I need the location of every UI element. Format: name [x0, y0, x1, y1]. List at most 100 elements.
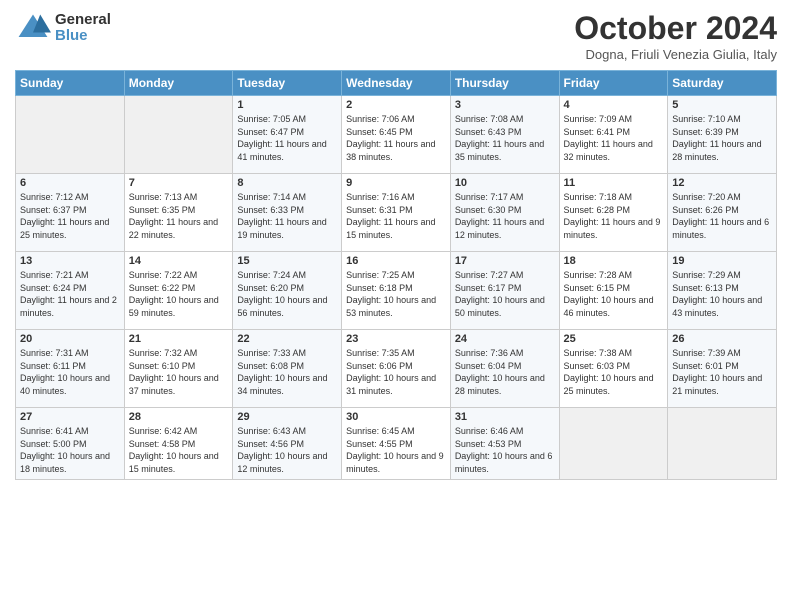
cell-content: Sunrise: 7:24 AM Sunset: 6:20 PM Dayligh…: [237, 269, 337, 319]
day-number: 24: [455, 333, 555, 345]
calendar-week-row: 1 Sunrise: 7:05 AM Sunset: 6:47 PM Daylig…: [16, 96, 777, 174]
cell-content: Sunrise: 7:12 AM Sunset: 6:37 PM Dayligh…: [20, 191, 120, 241]
calendar-cell: [124, 96, 233, 174]
day-number: 22: [237, 333, 337, 345]
calendar-cell: 31Sunrise: 6:46 AM Sunset: 4:53 PM Dayli…: [450, 408, 559, 480]
calendar-body: 1 Sunrise: 7:05 AM Sunset: 6:47 PM Daylig…: [16, 96, 777, 480]
day-number: 20: [20, 333, 120, 345]
calendar-cell: 18Sunrise: 7:28 AM Sunset: 6:15 PM Dayli…: [559, 252, 668, 330]
day-number: 15: [237, 255, 337, 267]
calendar-cell: 21 Sunrise: 7:32 AM Sunset: 6:10 PM Dayli…: [124, 330, 233, 408]
calendar-week-row: 13 Sunrise: 7:21 AM Sunset: 6:24 PM Dayli…: [16, 252, 777, 330]
calendar-cell: 8Sunrise: 7:14 AM Sunset: 6:33 PM Daylig…: [233, 174, 342, 252]
cell-content: Sunrise: 6:42 AM Sunset: 4:58 PM Dayligh…: [129, 425, 229, 475]
day-number: 13: [20, 255, 120, 267]
calendar-cell: 1 Sunrise: 7:05 AM Sunset: 6:47 PM Daylig…: [233, 96, 342, 174]
weekday-header: Tuesday: [233, 71, 342, 96]
cell-content: Sunrise: 7:38 AM Sunset: 6:03 PM Dayligh…: [564, 347, 664, 397]
cell-content: Sunrise: 7:33 AM Sunset: 6:08 PM Dayligh…: [237, 347, 337, 397]
day-number: 30: [346, 411, 446, 423]
weekday-row: SundayMondayTuesdayWednesdayThursdayFrid…: [16, 71, 777, 96]
calendar-cell: 11 Sunrise: 7:18 AM Sunset: 6:28 PM Dayli…: [559, 174, 668, 252]
day-number: 6: [20, 177, 120, 189]
calendar-cell: 14Sunrise: 7:22 AM Sunset: 6:22 PM Dayli…: [124, 252, 233, 330]
calendar-cell: [16, 96, 125, 174]
header: General Blue October 2024 Dogna, Friuli …: [15, 10, 777, 62]
calendar-cell: [668, 408, 777, 480]
weekday-header: Sunday: [16, 71, 125, 96]
cell-content: Sunrise: 6:45 AM Sunset: 4:55 PM Dayligh…: [346, 425, 446, 475]
cell-content: Sunrise: 7:13 AM Sunset: 6:35 PM Dayligh…: [129, 191, 229, 241]
cell-content: Sunrise: 6:46 AM Sunset: 4:53 PM Dayligh…: [455, 425, 555, 475]
cell-content: Sunrise: 7:10 AM Sunset: 6:39 PM Dayligh…: [672, 113, 772, 163]
cell-content: Sunrise: 7:05 AM Sunset: 6:47 PM Dayligh…: [237, 113, 337, 163]
day-number: 19: [672, 255, 772, 267]
calendar-cell: 5 Sunrise: 7:10 AM Sunset: 6:39 PM Daylig…: [668, 96, 777, 174]
day-number: 23: [346, 333, 446, 345]
calendar-cell: 24 Sunrise: 7:36 AM Sunset: 6:04 PM Dayli…: [450, 330, 559, 408]
calendar-week-row: 27 Sunrise: 6:41 AM Sunset: 5:00 PM Dayli…: [16, 408, 777, 480]
logo-icon: [15, 10, 51, 46]
day-number: 1: [237, 99, 337, 111]
day-number: 10: [455, 177, 555, 189]
day-number: 11: [564, 177, 664, 189]
cell-content: Sunrise: 6:43 AM Sunset: 4:56 PM Dayligh…: [237, 425, 337, 475]
day-number: 8: [237, 177, 337, 189]
weekday-header: Thursday: [450, 71, 559, 96]
cell-content: Sunrise: 7:27 AM Sunset: 6:17 PM Dayligh…: [455, 269, 555, 319]
cell-content: Sunrise: 7:08 AM Sunset: 6:43 PM Dayligh…: [455, 113, 555, 163]
weekday-header: Saturday: [668, 71, 777, 96]
cell-content: Sunrise: 7:39 AM Sunset: 6:01 PM Dayligh…: [672, 347, 772, 397]
calendar-header: SundayMondayTuesdayWednesdayThursdayFrid…: [16, 71, 777, 96]
cell-content: Sunrise: 7:17 AM Sunset: 6:30 PM Dayligh…: [455, 191, 555, 241]
cell-content: Sunrise: 7:28 AM Sunset: 6:15 PM Dayligh…: [564, 269, 664, 319]
day-number: 21: [129, 333, 229, 345]
day-number: 5: [672, 99, 772, 111]
weekday-header: Wednesday: [342, 71, 451, 96]
calendar-cell: 2Sunrise: 7:06 AM Sunset: 6:45 PM Daylig…: [342, 96, 451, 174]
calendar-cell: 22 Sunrise: 7:33 AM Sunset: 6:08 PM Dayli…: [233, 330, 342, 408]
calendar-cell: 30 Sunrise: 6:45 AM Sunset: 4:55 PM Dayli…: [342, 408, 451, 480]
day-number: 25: [564, 333, 664, 345]
calendar-cell: 15 Sunrise: 7:24 AM Sunset: 6:20 PM Dayli…: [233, 252, 342, 330]
calendar-cell: 25 Sunrise: 7:38 AM Sunset: 6:03 PM Dayli…: [559, 330, 668, 408]
day-number: 16: [346, 255, 446, 267]
calendar-cell: 16 Sunrise: 7:25 AM Sunset: 6:18 PM Dayli…: [342, 252, 451, 330]
day-number: 2: [346, 99, 446, 111]
page: General Blue October 2024 Dogna, Friuli …: [0, 0, 792, 612]
cell-content: Sunrise: 7:21 AM Sunset: 6:24 PM Dayligh…: [20, 269, 120, 319]
cell-content: Sunrise: 7:18 AM Sunset: 6:28 PM Dayligh…: [564, 191, 664, 241]
day-number: 9: [346, 177, 446, 189]
location-subtitle: Dogna, Friuli Venezia Giulia, Italy: [574, 47, 777, 62]
calendar-cell: 28Sunrise: 6:42 AM Sunset: 4:58 PM Dayli…: [124, 408, 233, 480]
day-number: 14: [129, 255, 229, 267]
calendar-cell: 12Sunrise: 7:20 AM Sunset: 6:26 PM Dayli…: [668, 174, 777, 252]
cell-content: Sunrise: 7:32 AM Sunset: 6:10 PM Dayligh…: [129, 347, 229, 397]
calendar-cell: 26 Sunrise: 7:39 AM Sunset: 6:01 PM Dayli…: [668, 330, 777, 408]
calendar-cell: 4Sunrise: 7:09 AM Sunset: 6:41 PM Daylig…: [559, 96, 668, 174]
calendar-cell: 20Sunrise: 7:31 AM Sunset: 6:11 PM Dayli…: [16, 330, 125, 408]
calendar-cell: [559, 408, 668, 480]
day-number: 4: [564, 99, 664, 111]
calendar-cell: 23 Sunrise: 7:35 AM Sunset: 6:06 PM Dayli…: [342, 330, 451, 408]
calendar-cell: 7Sunrise: 7:13 AM Sunset: 6:35 PM Daylig…: [124, 174, 233, 252]
month-title: October 2024: [574, 10, 777, 47]
calendar-cell: 9Sunrise: 7:16 AM Sunset: 6:31 PM Daylig…: [342, 174, 451, 252]
cell-content: Sunrise: 7:35 AM Sunset: 6:06 PM Dayligh…: [346, 347, 446, 397]
calendar-cell: 17Sunrise: 7:27 AM Sunset: 6:17 PM Dayli…: [450, 252, 559, 330]
calendar-table: SundayMondayTuesdayWednesdayThursdayFrid…: [15, 70, 777, 480]
cell-content: Sunrise: 6:41 AM Sunset: 5:00 PM Dayligh…: [20, 425, 120, 475]
day-number: 3: [455, 99, 555, 111]
day-number: 26: [672, 333, 772, 345]
calendar-week-row: 6 Sunrise: 7:12 AM Sunset: 6:37 PM Daylig…: [16, 174, 777, 252]
day-number: 29: [237, 411, 337, 423]
logo-text: General Blue: [55, 12, 111, 45]
day-number: 12: [672, 177, 772, 189]
calendar-week-row: 20Sunrise: 7:31 AM Sunset: 6:11 PM Dayli…: [16, 330, 777, 408]
title-block: October 2024 Dogna, Friuli Venezia Giuli…: [574, 10, 777, 62]
cell-content: Sunrise: 7:25 AM Sunset: 6:18 PM Dayligh…: [346, 269, 446, 319]
cell-content: Sunrise: 7:36 AM Sunset: 6:04 PM Dayligh…: [455, 347, 555, 397]
day-number: 27: [20, 411, 120, 423]
calendar-cell: 29 Sunrise: 6:43 AM Sunset: 4:56 PM Dayli…: [233, 408, 342, 480]
calendar-cell: 6 Sunrise: 7:12 AM Sunset: 6:37 PM Daylig…: [16, 174, 125, 252]
